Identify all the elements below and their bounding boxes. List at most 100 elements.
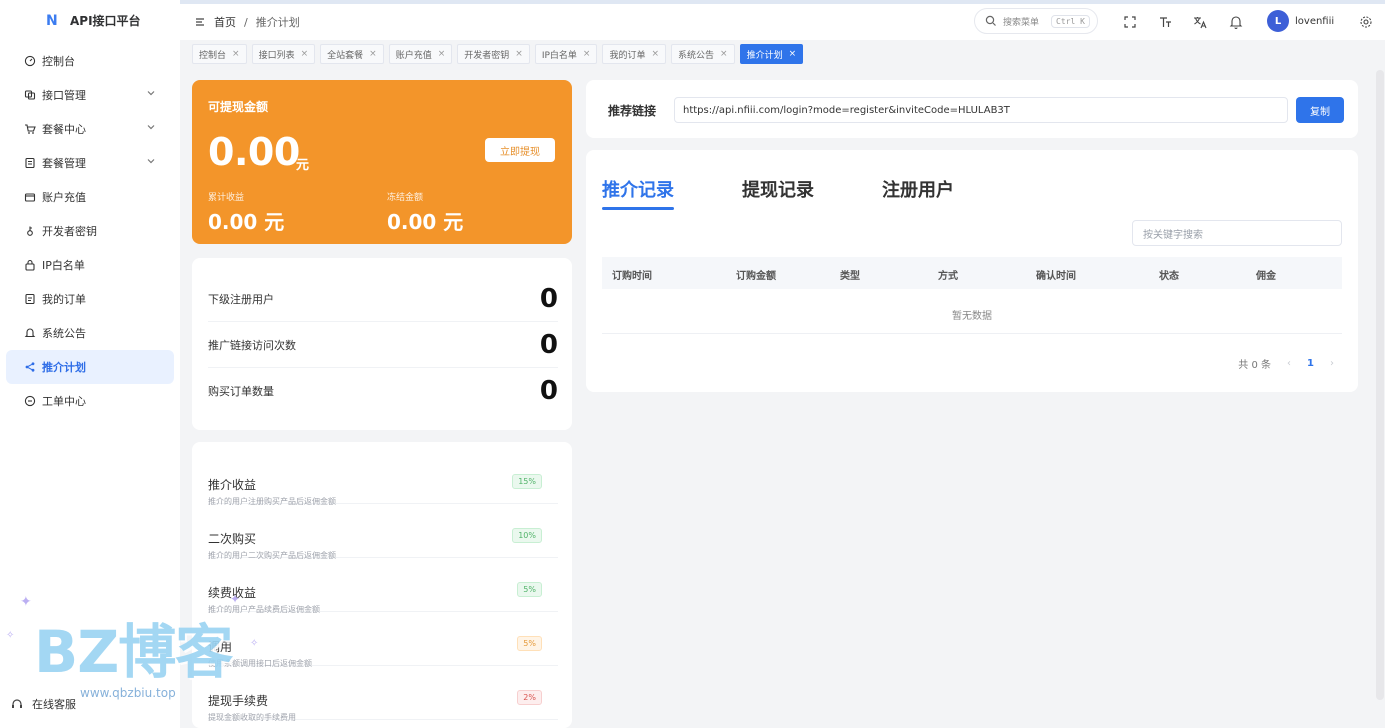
stat-label: 下级注册用户 [208, 292, 274, 306]
frozen-amount-value: 0.00 元 [387, 210, 464, 234]
records-tab-1[interactable]: 提现记录 [742, 176, 814, 202]
sidebar-item-label: 接口管理 [42, 89, 86, 102]
sidebar-item-10[interactable]: 工单中心 [6, 384, 174, 418]
sidebar-item-3[interactable]: 套餐管理 [6, 146, 174, 180]
sidebar-item-label: 推介计划 [42, 361, 86, 374]
app-logo[interactable]: N API接口平台 [46, 12, 141, 29]
menu-search[interactable]: 搜索菜单 Ctrl K [974, 8, 1098, 34]
sidebar-item-1[interactable]: 接口管理 [6, 78, 174, 112]
online-support-label: 在线客服 [32, 698, 76, 711]
rate-badge: 10% [512, 528, 542, 543]
sidebar-item-label: 控制台 [42, 55, 75, 68]
sidebar-item-5[interactable]: 开发者密钥 [6, 214, 174, 248]
stat-label: 购买订单数量 [208, 385, 274, 398]
page-number[interactable]: 1 [1307, 358, 1314, 369]
empty-state: 暂无数据 [602, 296, 1342, 334]
collapse-menu-icon[interactable] [194, 16, 206, 28]
sidebar: N API接口平台 控制台接口管理套餐中心 套餐管理账户充值开发者密钥 IP白名单我… [0, 0, 180, 728]
tab-label: 我的订单 [609, 50, 646, 61]
prev-page-icon[interactable]: ‹ [1287, 358, 1291, 369]
close-icon[interactable]: × [232, 49, 240, 59]
close-icon[interactable]: × [515, 49, 523, 59]
records-table-header: 订购时间 订购金额 类型 方式 确认时间 状态 佣金 [602, 257, 1342, 289]
close-icon[interactable]: × [369, 49, 377, 59]
copy-link-button[interactable]: 复制 [1296, 97, 1344, 123]
tab-label: 推介计划 [746, 50, 783, 61]
close-icon[interactable]: × [301, 49, 309, 59]
dashboard-icon [24, 55, 36, 67]
fullscreen-icon[interactable] [1122, 14, 1138, 30]
sidebar-item-4[interactable]: 账户充值 [6, 180, 174, 214]
records-tab-0[interactable]: 推介记录 [602, 176, 674, 210]
tab-label: 控制台 [199, 50, 227, 61]
order-icon [24, 293, 36, 305]
rate-title: 续费收益 [208, 586, 257, 600]
column-header: 类型 [840, 271, 860, 282]
open-tab-0[interactable]: 控制台 × [192, 44, 247, 64]
sidebar-item-label: 工单中心 [42, 395, 86, 408]
package-icon [24, 157, 36, 169]
scrollbar[interactable] [1376, 70, 1384, 700]
records-tab-2[interactable]: 注册用户 [882, 176, 954, 202]
rate-title: 调用 [208, 640, 233, 654]
breadcrumb-home[interactable]: 首页 [214, 14, 236, 30]
rate-badge: 2% [517, 690, 542, 705]
tab-label: 账户充值 [395, 50, 432, 61]
sidebar-item-8[interactable]: 系统公告 [6, 316, 174, 350]
settings-gear-icon[interactable] [1358, 14, 1374, 30]
sidebar-item-2[interactable]: 套餐中心 [6, 112, 174, 146]
commission-rate-item: 推介收益 推介的用户注册购买产品后返佣金额 15% [208, 450, 558, 506]
stat-value: 0 [539, 376, 558, 406]
open-tab-1[interactable]: 接口列表 × [251, 44, 316, 64]
ticket-icon [24, 395, 36, 407]
commission-rate-item: 调用 使用余额调用接口后返佣金额 5% [208, 612, 558, 668]
user-menu[interactable]: L lovenfiii [1267, 10, 1334, 32]
referral-link-label: 推荐链接 [608, 104, 657, 118]
close-icon[interactable]: × [583, 49, 591, 59]
open-tab-4[interactable]: 开发者密钥 × [457, 44, 530, 64]
next-page-icon[interactable]: › [1330, 358, 1334, 369]
sidebar-item-6[interactable]: IP白名单 [6, 248, 174, 282]
column-header: 确认时间 [1036, 271, 1076, 282]
search-shortcut: Ctrl K [1051, 14, 1090, 28]
open-tab-6[interactable]: 我的订单 × [602, 44, 667, 64]
top-bar: 首页 / 推介计划 搜索菜单 Ctrl K L lovenfiii [180, 4, 1385, 40]
referral-link-field[interactable]: https://api.nfiii.com/login?mode=registe… [674, 97, 1288, 123]
rate-title: 推介收益 [208, 478, 257, 492]
pagination: 共 0 条 ‹ 1 › [1238, 356, 1334, 371]
close-icon[interactable]: × [438, 49, 446, 59]
close-icon[interactable]: × [651, 49, 659, 59]
open-tab-5[interactable]: IP白名单 × [534, 44, 598, 64]
notification-bell-icon[interactable] [1228, 14, 1244, 30]
sidebar-item-label: 开发者密钥 [42, 225, 97, 238]
translate-icon[interactable] [1192, 14, 1208, 30]
sidebar-item-0[interactable]: 控制台 [6, 44, 174, 78]
cart-icon [24, 123, 36, 135]
sidebar-item-7[interactable]: 我的订单 [6, 282, 174, 316]
tab-label: 全站套餐 [327, 50, 364, 61]
rate-badge: 5% [517, 636, 542, 651]
close-icon[interactable]: × [789, 49, 797, 59]
keyword-search-input[interactable]: 按关键字搜索 [1132, 220, 1342, 246]
sidebar-item-label: 账户充值 [42, 191, 86, 204]
balance-title: 可提现金额 [208, 100, 269, 114]
bell-icon [24, 327, 36, 339]
font-size-icon[interactable] [1157, 14, 1173, 30]
commission-rate-item: 二次购买 推介的用户二次购买产品后返佣金额 10% [208, 504, 558, 560]
username: lovenfiii [1295, 15, 1335, 27]
withdraw-button[interactable]: 立即提现 [485, 138, 555, 162]
wallet-icon [24, 191, 36, 203]
chevron-down-icon [146, 122, 156, 135]
sidebar-item-9[interactable]: 推介计划 [6, 350, 174, 384]
close-icon[interactable]: × [720, 49, 728, 59]
total-earnings-value: 0.00 元 [208, 210, 285, 234]
api-icon [24, 89, 36, 101]
open-tab-3[interactable]: 账户充值 × [388, 44, 453, 64]
open-tab-2[interactable]: 全站套餐 × [320, 44, 384, 64]
open-tab-7[interactable]: 系统公告 × [671, 44, 735, 64]
online-support[interactable]: 在线客服 [10, 692, 180, 716]
open-tab-8[interactable]: 推介计划 × [739, 44, 804, 64]
tab-label: IP白名单 [541, 50, 577, 61]
rate-description: 提现金额收取的手续费用 [208, 713, 296, 722]
referral-link-card: 推荐链接 https://api.nfiii.com/login?mode=re… [586, 80, 1358, 138]
